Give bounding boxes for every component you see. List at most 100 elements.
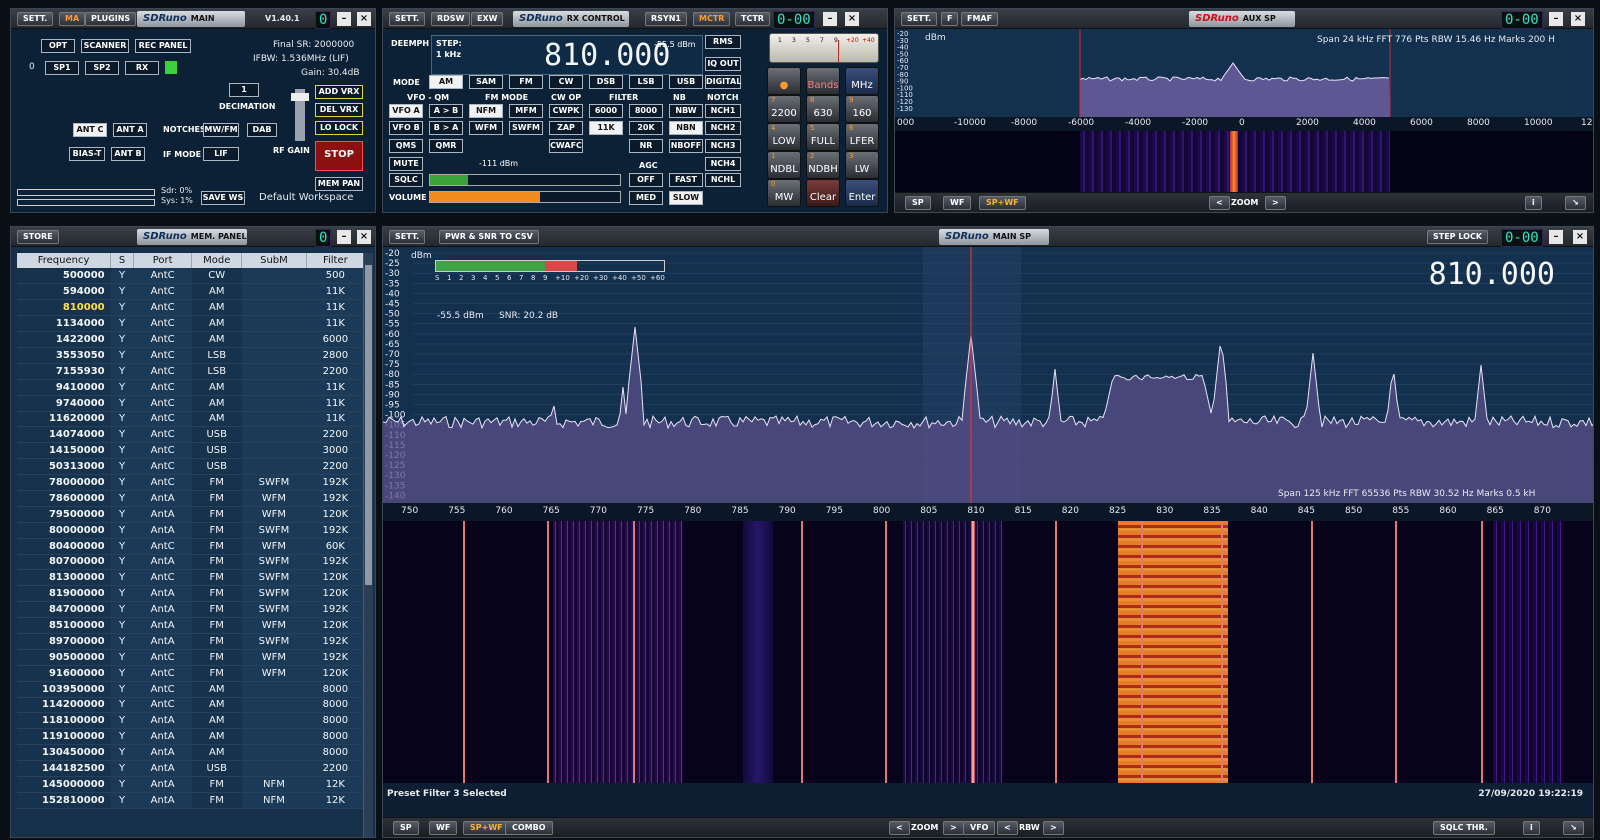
- lif-button[interactable]: LIF: [203, 147, 239, 161]
- rdsw-button[interactable]: RDSW: [431, 12, 471, 26]
- main-ma-button[interactable]: MA: [59, 12, 86, 26]
- agc-med-button[interactable]: MED: [629, 191, 663, 205]
- exw-button[interactable]: EXW: [471, 12, 504, 26]
- aux-zoom-in-button[interactable]: >: [1265, 196, 1286, 210]
- mainsp-spwf-button[interactable]: SP+WF: [463, 821, 510, 835]
- keypad-key[interactable]: 4 LOW: [767, 123, 801, 151]
- main-waterfall[interactable]: [383, 521, 1593, 783]
- memory-row[interactable]: 500000 Y AntC CW 500: [17, 268, 365, 285]
- close-icon[interactable]: ×: [357, 12, 371, 26]
- keypad-key[interactable]: MHz: [845, 67, 879, 95]
- ant-b-button[interactable]: ANT B: [111, 147, 145, 161]
- memory-row[interactable]: 85100000 Y AntA FM WFM 120K: [17, 617, 365, 634]
- column-header[interactable]: Filter: [306, 253, 366, 268]
- qms-button[interactable]: QMS: [389, 139, 423, 153]
- memory-row[interactable]: 50313000 Y AntC USB 2200: [17, 458, 365, 476]
- aux-sp-button[interactable]: SP: [905, 196, 931, 210]
- memory-row[interactable]: 89700000 Y AntA FM SWFM 192K: [17, 633, 365, 650]
- rsyn1-button[interactable]: RSYN1: [645, 12, 687, 26]
- resize-icon[interactable]: ↘: [1563, 821, 1584, 835]
- filter-6000-button[interactable]: 6000: [589, 104, 623, 118]
- memory-row[interactable]: 594000 Y AntC AM 11K: [17, 283, 365, 301]
- zap-button[interactable]: ZAP: [549, 121, 583, 135]
- aux-zoom-out-button[interactable]: <: [1209, 196, 1230, 210]
- agc-fast-button[interactable]: FAST: [669, 173, 703, 187]
- step-lock-button[interactable]: STEP LOCK: [1427, 230, 1489, 244]
- keypad-key[interactable]: Enter: [845, 179, 879, 207]
- memory-row[interactable]: 78600000 Y AntA FM WFM 192K: [17, 490, 365, 507]
- nch2-button[interactable]: NCH2: [705, 121, 741, 135]
- aux-wf-button[interactable]: WF: [943, 196, 972, 210]
- memory-scrollbar-thumb[interactable]: [365, 265, 372, 585]
- memory-row[interactable]: 7155930 Y AntC LSB 2200: [17, 363, 365, 380]
- tctr-button[interactable]: TCTR: [735, 12, 770, 26]
- aux-sett-button[interactable]: SETT.: [901, 12, 938, 26]
- digital-button[interactable]: DIGITAL: [705, 75, 741, 89]
- memory-row[interactable]: 145000000 Y AntA FM NFM 12K: [17, 776, 365, 793]
- mainsp-sett-button[interactable]: SETT.: [389, 230, 426, 244]
- pwr-snr-csv-button[interactable]: PWR & SNR TO CSV: [439, 230, 539, 244]
- mfm-button[interactable]: MFM: [509, 104, 543, 118]
- rf-gain-slider[interactable]: [291, 89, 309, 141]
- mainsp-info-button[interactable]: i: [1523, 821, 1540, 835]
- nch4-button[interactable]: NCH4: [705, 157, 741, 171]
- ant-c-button[interactable]: ANT C: [73, 123, 107, 137]
- nchl-button[interactable]: NCHL: [705, 173, 741, 187]
- rx-sett-button[interactable]: SETT.: [389, 12, 426, 26]
- memory-row[interactable]: 11620000 Y AntC AM 11K: [17, 411, 365, 428]
- cwafc-button[interactable]: CWAFC: [549, 139, 583, 153]
- memory-row[interactable]: 14074000 Y AntC USB 2200: [17, 426, 365, 444]
- wfm-button[interactable]: WFM: [469, 121, 503, 135]
- nch3-button[interactable]: NCH3: [705, 139, 741, 153]
- mainsp-zoom-out-button[interactable]: <: [889, 821, 910, 835]
- memory-row[interactable]: 14150000 Y AntC USB 3000: [17, 442, 365, 460]
- nbw-button[interactable]: NBW: [669, 104, 703, 118]
- memory-row[interactable]: 144182500 Y AntA USB 2200: [17, 760, 365, 777]
- column-header[interactable]: SubM: [241, 253, 307, 268]
- mute-button[interactable]: MUTE: [389, 157, 423, 171]
- memory-row[interactable]: 84700000 Y AntA FM SWFM 192K: [17, 601, 365, 619]
- squelch-slider[interactable]: [429, 174, 621, 186]
- rx-frequency[interactable]: 810.000: [544, 38, 670, 73]
- rec-panel-button[interactable]: REC PANEL: [135, 39, 191, 53]
- mainsp-wf-button[interactable]: WF: [429, 821, 458, 835]
- memory-row[interactable]: 81900000 Y AntA FM SWFM 120K: [17, 585, 365, 603]
- keypad-key[interactable]: 5 FULL: [806, 123, 840, 151]
- qmr-button[interactable]: QMR: [429, 139, 463, 153]
- agc-off-button[interactable]: OFF: [629, 173, 663, 187]
- main-spectrum-plot[interactable]: -20-25-30-35-40-45-50-55-60-65-70-75-80-…: [383, 247, 1594, 503]
- filter-8000-button[interactable]: 8000: [629, 104, 663, 118]
- save-ws-button[interactable]: SAVE WS: [201, 191, 245, 205]
- a-to-b-button[interactable]: A > B: [429, 104, 463, 118]
- memory-row[interactable]: 79500000 Y AntA FM WFM 120K: [17, 506, 365, 523]
- memory-row[interactable]: 90500000 Y AntC FM WFM 192K: [17, 649, 365, 666]
- bias-t-button[interactable]: BIAS-T: [69, 147, 105, 161]
- keypad-key[interactable]: 7 2200: [767, 95, 801, 123]
- aux-info-button[interactable]: i: [1525, 196, 1542, 210]
- minimize-icon[interactable]: –: [1549, 12, 1563, 26]
- nbn-button[interactable]: NBN: [669, 121, 703, 135]
- del-vrx-button[interactable]: DEL VRX: [315, 103, 363, 117]
- close-icon[interactable]: ×: [357, 230, 371, 244]
- nboff-button[interactable]: NBOFF: [669, 139, 703, 153]
- keypad-key[interactable]: Bands: [806, 67, 840, 95]
- memory-row[interactable]: 3553050 Y AntC LSB 2800: [17, 347, 365, 364]
- mctr-button[interactable]: MCTR: [693, 12, 731, 26]
- combo-button[interactable]: COMBO: [505, 821, 553, 835]
- b-to-a-button[interactable]: B > A: [429, 121, 463, 135]
- dab-button[interactable]: DAB: [247, 123, 277, 137]
- column-header[interactable]: Frequency: [17, 253, 112, 268]
- nch1-button[interactable]: NCH1: [705, 104, 741, 118]
- column-header[interactable]: S: [110, 253, 134, 268]
- memory-row[interactable]: 80700000 Y AntA FM SWFM 192K: [17, 554, 365, 571]
- minimize-icon[interactable]: –: [1549, 230, 1563, 244]
- minimize-icon[interactable]: –: [337, 12, 351, 26]
- memory-row[interactable]: 81300000 Y AntC FM SWFM 120K: [17, 569, 365, 587]
- mainsp-sp-button[interactable]: SP: [393, 821, 419, 835]
- aux-waterfall[interactable]: [895, 131, 1593, 193]
- mode-fm-button[interactable]: FM: [509, 75, 543, 89]
- keypad-key[interactable]: 3 LW: [845, 151, 879, 179]
- keypad-key[interactable]: ●: [767, 67, 801, 95]
- column-header[interactable]: Port: [133, 253, 193, 268]
- memory-row[interactable]: 78000000 Y AntC FM SWFM 192K: [17, 474, 365, 491]
